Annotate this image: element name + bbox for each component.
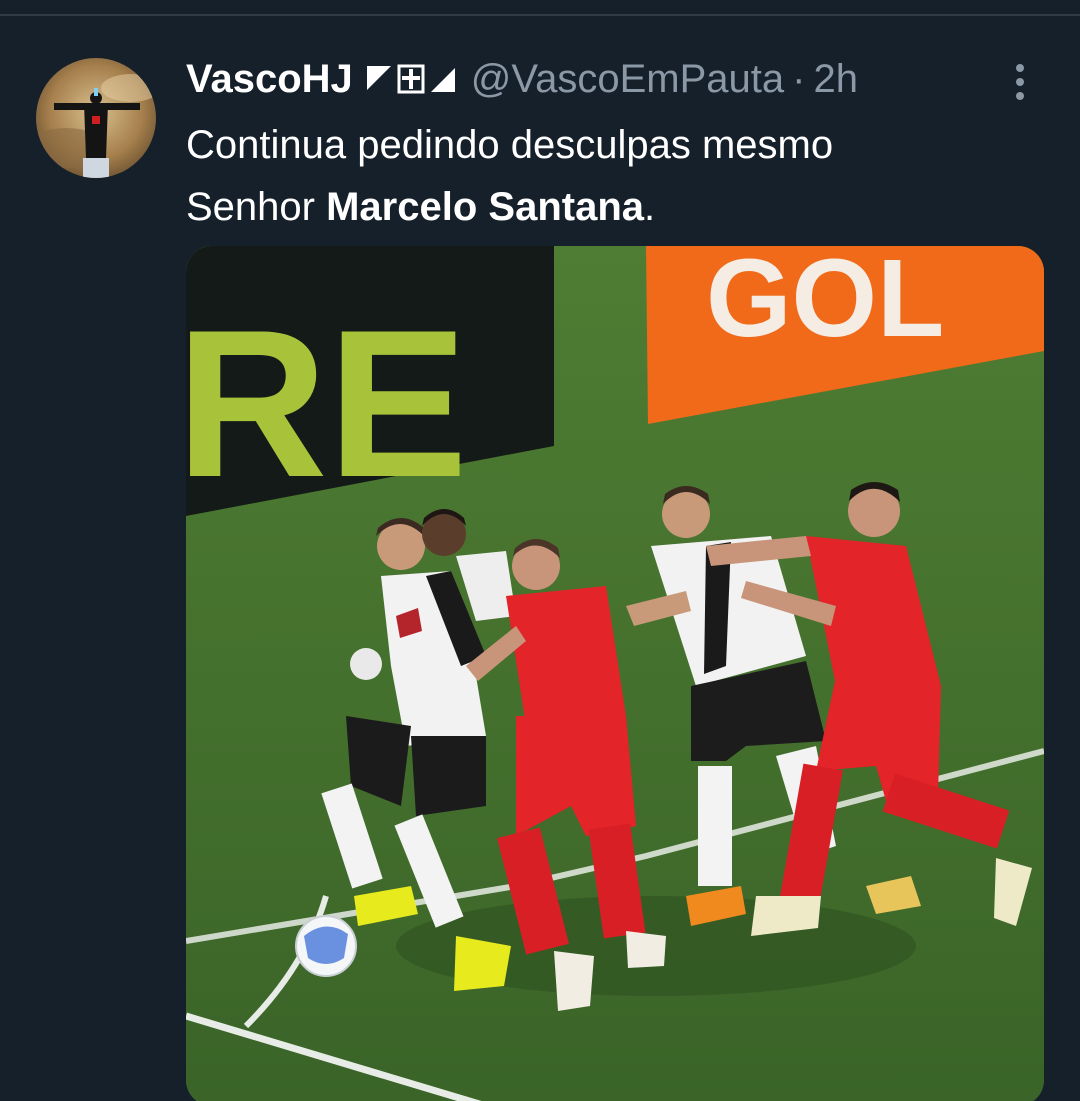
ad-board-right-text: GOL — [706, 246, 944, 360]
dot-icon — [1016, 78, 1024, 86]
football-match-photo: RE GOL — [186, 246, 1044, 1101]
tweet-text-suffix: . — [644, 185, 656, 229]
user-handle[interactable]: @VascoEmPauta — [471, 52, 784, 106]
tweet-media-photo[interactable]: RE GOL — [186, 246, 1044, 1101]
avatar[interactable] — [36, 58, 156, 178]
tweet-text-line-2: Senhor Marcelo Santana. — [186, 176, 1046, 238]
dot-icon — [1016, 92, 1024, 100]
christ-statue-avatar-icon — [36, 58, 156, 178]
tweet-text-prefix: Senhor — [186, 185, 327, 229]
tweet-text-line-1: Continua pedindo desculpas mesmo — [186, 123, 834, 167]
top-divider — [0, 14, 1080, 16]
separator-dot: · — [792, 57, 806, 101]
tweet-text-bold-name: Marcelo Santana — [326, 185, 644, 229]
football — [295, 915, 357, 977]
tweet-header: VascoHJ @VascoEmPauta · 2h — [186, 52, 858, 106]
display-name[interactable]: VascoHJ — [186, 52, 353, 106]
ad-board-left-text: RE — [186, 286, 468, 521]
tweet-text: Continua pedindo desculpas mesmo Senhor … — [186, 114, 1046, 238]
vasco-flag-emoji-icon — [366, 64, 455, 94]
dot-icon — [1016, 64, 1024, 72]
tweet-timestamp[interactable]: 2h — [813, 52, 858, 106]
more-options-icon[interactable] — [1004, 60, 1036, 104]
tweet-screen: VascoHJ @VascoEmPauta · 2h Continua pedi… — [0, 0, 1080, 1101]
